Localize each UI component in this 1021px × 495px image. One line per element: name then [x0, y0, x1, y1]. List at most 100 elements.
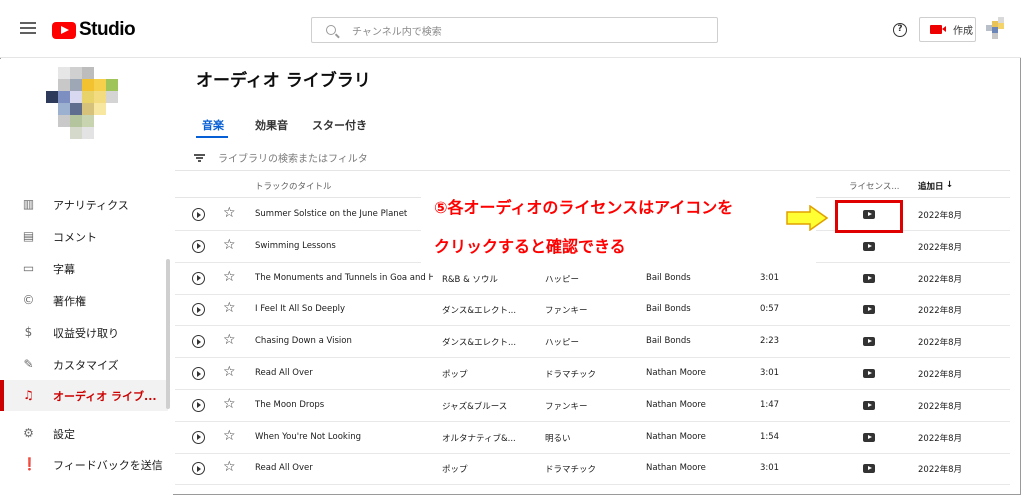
column-header-license[interactable]: ライセンス... [849, 180, 899, 192]
license-youtube-icon[interactable] [863, 400, 875, 410]
sidebar-item-earn[interactable]: $ 収益受け取り [0, 317, 168, 348]
tab-sound-effects[interactable]: 効果音 [255, 117, 288, 133]
license-youtube-icon[interactable] [863, 369, 875, 378]
play-icon[interactable] [192, 430, 205, 444]
help-icon[interactable]: ? [893, 23, 907, 37]
track-genre: ダンス&エレクト... [442, 338, 517, 349]
track-added-date: 2022年8月 [918, 401, 963, 412]
sidebar-item-subtitles[interactable]: ▭ 字幕 [0, 253, 168, 284]
tab-music[interactable]: 音楽 [202, 117, 224, 133]
license-youtube-icon[interactable] [863, 273, 875, 283]
track-genre: R&B & ソウル [442, 274, 498, 285]
filter-icon [194, 154, 205, 162]
license-youtube-icon[interactable] [863, 241, 875, 251]
table-row[interactable]: ☆ The Monuments and Tunnels in Goa and H.… [175, 263, 1010, 295]
subtitles-icon: ▭ [22, 261, 35, 275]
audio-library-icon: ♫ [23, 388, 34, 402]
sidebar-item-label: 著作権 [53, 294, 86, 308]
track-artist: Bail Bonds [646, 304, 691, 315]
track-mood: ドラマチック [545, 370, 597, 380]
license-highlight-box [835, 200, 903, 233]
sort-arrow-down-icon[interactable]: ↓ [946, 180, 953, 190]
star-icon[interactable]: ☆ [223, 364, 236, 380]
play-icon[interactable] [192, 271, 205, 285]
sidebar-item-label: 収益受け取り [53, 326, 119, 340]
track-added-date: 2022年8月 [918, 370, 963, 380]
table-row[interactable]: ☆ Read All Over ポップ ドラマチック Nathan Moore 3:01 2… [175, 358, 1010, 390]
play-icon[interactable] [192, 462, 205, 476]
track-title: When You're Not Looking [255, 431, 361, 442]
track-title: I Feel It All So Deeply [255, 304, 346, 315]
account-avatar[interactable] [986, 17, 1008, 41]
play-icon[interactable] [192, 208, 205, 221]
channel-avatar[interactable] [46, 67, 126, 147]
license-youtube-icon[interactable] [863, 464, 875, 474]
track-title: Summer Solstice on the June Planet [255, 209, 408, 219]
star-icon[interactable]: ☆ [223, 300, 236, 316]
tab-starred[interactable]: スター付き [312, 117, 367, 133]
sidebar-item-copyright[interactable]: © 著作権 [0, 285, 168, 316]
sidebar-item-feedback[interactable]: ❗ フィードバックを送信 [0, 449, 168, 480]
copyright-icon: © [22, 293, 35, 307]
star-icon[interactable]: ☆ [223, 428, 236, 444]
track-added-date: 2022年8月 [918, 338, 963, 349]
sidebar-item-audio-library[interactable]: ♫ オーディオ ライブ... [0, 380, 168, 411]
sidebar-item-label: カスタマイズ [53, 358, 119, 372]
sidebar-item-settings[interactable]: ⚙ 設定 [0, 418, 168, 449]
license-youtube-icon[interactable] [863, 337, 875, 347]
logo-text: Studio [79, 19, 136, 40]
track-genre: ジャズ&ブルース [442, 401, 508, 412]
play-icon[interactable] [192, 335, 205, 349]
track-title: Read All Over [255, 463, 313, 474]
hamburger-menu-icon[interactable] [20, 22, 36, 34]
play-icon[interactable] [192, 239, 205, 253]
star-icon[interactable]: ☆ [223, 205, 236, 221]
table-row[interactable]: ☆ The Moon Drops ジャズ&ブルース ファンキー Nathan Moore… [175, 390, 1010, 422]
play-icon[interactable] [192, 303, 205, 317]
track-title: The Monuments and Tunnels in Goa and H..… [255, 272, 433, 283]
video-camera-icon [930, 25, 946, 34]
studio-logo[interactable]: Studio [52, 19, 136, 41]
table-row[interactable]: ☆ Read All Over ポップ ドラマチック Nathan Moore 3:01 2… [175, 453, 1010, 486]
sidebar-item-analytics[interactable]: ▥ アナリティクス [0, 189, 168, 220]
sidebar-item-label: コメント [53, 230, 97, 244]
star-icon[interactable]: ☆ [223, 396, 236, 412]
star-icon[interactable]: ☆ [223, 332, 236, 348]
sidebar-scrollbar[interactable] [166, 259, 170, 409]
table-row[interactable]: ☆ Chasing Down a Vision ダンス&エレクト... ハッピー Bai… [175, 326, 1010, 359]
annotation-line-2: クリックすると確認できる [434, 237, 626, 256]
track-added-date: 2022年8月 [918, 211, 963, 221]
play-icon[interactable] [192, 367, 205, 380]
track-duration: 3:01 [760, 272, 780, 283]
top-header: Studio チャンネル内で検索 ? 作成 [0, 0, 1021, 58]
channel-search-input[interactable]: チャンネル内で検索 [311, 17, 718, 43]
star-icon[interactable]: ☆ [223, 237, 236, 253]
active-tab-indicator [196, 136, 228, 138]
table-row[interactable]: ☆ When You're Not Looking オルタナティブ&... 明るい Na… [175, 422, 1010, 454]
annotation-line-1: ⑤各オーディオのライセンスはアイコンを [434, 198, 734, 217]
track-artist: Nathan Moore [646, 431, 706, 442]
sidebar-item-label: オーディオ ライブ... [53, 389, 157, 403]
track-mood: ハッピー [545, 274, 580, 285]
license-youtube-icon[interactable] [863, 432, 875, 442]
sidebar-item-comments[interactable]: ▤ コメント [0, 221, 168, 252]
star-icon[interactable]: ☆ [223, 269, 236, 285]
license-youtube-icon[interactable] [863, 305, 875, 315]
track-mood: ファンキー [545, 401, 588, 412]
track-artist: Nathan Moore [646, 399, 706, 410]
play-icon[interactable] [192, 398, 205, 412]
create-button[interactable]: 作成 [919, 17, 976, 42]
tab-bar: 音楽 効果音 スター付き [175, 108, 1010, 139]
column-header-title[interactable]: トラックのタイトル [255, 180, 332, 192]
star-icon[interactable]: ☆ [223, 459, 236, 475]
comments-icon: ▤ [22, 229, 35, 243]
library-filter-input[interactable]: ライブラリの検索またはフィルタ [175, 143, 1010, 171]
column-header-added[interactable]: 追加日 [918, 180, 944, 192]
track-artist: Bail Bonds [646, 336, 691, 347]
sidebar-item-customize[interactable]: ✎ カスタマイズ [0, 349, 168, 380]
track-mood: ハッピー [545, 338, 580, 349]
table-row[interactable]: ☆ I Feel It All So Deeply ダンス&エレクト... ファンキー… [175, 294, 1010, 327]
track-mood: ドラマチック [545, 465, 597, 476]
track-artist: Nathan Moore [646, 368, 706, 378]
sidebar-item-label: フィードバックを送信 [53, 458, 163, 472]
